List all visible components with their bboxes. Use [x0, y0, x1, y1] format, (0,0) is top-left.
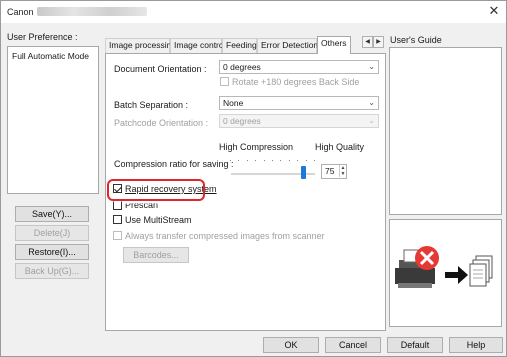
slider-tick — [246, 160, 248, 161]
slider-tick — [280, 160, 282, 161]
cancel-button[interactable]: Cancel — [325, 337, 381, 353]
ok-button[interactable]: OK — [263, 337, 319, 353]
slider-tick — [263, 160, 265, 161]
rotate-back-side-checkbox[interactable] — [220, 77, 229, 86]
always-transfer-label: Always transfer compressed images from s… — [125, 231, 325, 241]
scanner-error-icon — [395, 246, 439, 288]
list-item[interactable]: Full Automatic Mode — [12, 51, 89, 61]
combo-arrow-icon: ⌄ — [368, 116, 375, 125]
combo-arrow-icon: ⌄ — [368, 62, 375, 71]
patchcode-orientation-value: 0 degrees — [223, 116, 261, 126]
document-orientation-select[interactable]: 0 degrees ⌄ — [219, 60, 379, 74]
multistream-label: Use MultiStream — [125, 215, 192, 225]
combo-arrow-icon: ⌄ — [368, 98, 375, 107]
close-icon[interactable]: ✕ — [486, 3, 502, 19]
default-button[interactable]: Default — [387, 337, 443, 353]
slider-tick — [305, 160, 307, 161]
tab-others[interactable]: Others — [317, 36, 351, 54]
spin-down-icon[interactable]: ▼ — [339, 171, 346, 177]
save-button[interactable]: Save(Y)... — [15, 206, 89, 222]
illustration-pane — [389, 219, 502, 327]
tab-feeding[interactable]: Feeding — [222, 38, 257, 53]
batch-separation-select[interactable]: None ⌄ — [219, 96, 379, 110]
delete-button[interactable]: Delete(J) — [15, 225, 89, 241]
users-guide-label: User's Guide — [390, 35, 442, 45]
tab-error-detection[interactable]: Error Detection — [257, 38, 318, 53]
tab-image-control[interactable]: Image control — [170, 38, 226, 53]
always-transfer-checkbox[interactable] — [113, 231, 122, 240]
user-preference-list[interactable]: Full Automatic Mode — [7, 46, 99, 194]
users-guide-pane[interactable] — [389, 47, 502, 215]
tab-scroll-left-icon[interactable]: ◀ — [362, 36, 373, 48]
patchcode-orientation-select[interactable]: 0 degrees ⌄ — [219, 114, 379, 128]
slider-tick — [230, 160, 231, 161]
dialog-window: Canon ✕ User Preference : Full Automatic… — [0, 0, 507, 357]
batch-separation-value: None — [223, 98, 244, 108]
prescan-checkbox[interactable] — [113, 201, 122, 210]
compression-slider-thumb[interactable] — [301, 166, 307, 179]
high-quality-label: High Quality — [315, 142, 365, 152]
compression-value: 75 — [325, 166, 335, 176]
help-button[interactable]: Help — [449, 337, 503, 353]
tab-scroll-right-icon[interactable]: ▶ — [373, 36, 384, 48]
multistream-checkbox[interactable] — [113, 215, 122, 224]
slider-tick — [297, 160, 299, 161]
rotate-back-side-label: Rotate +180 degrees Back Side — [232, 77, 360, 87]
tab-image-processing[interactable]: Image processing — [105, 38, 176, 53]
document-orientation-value: 0 degrees — [223, 62, 261, 72]
high-compression-label: High Compression — [219, 142, 294, 152]
rapid-recovery-highlight — [107, 179, 205, 201]
window-title-blurred — [37, 7, 147, 16]
slider-tick — [314, 160, 315, 161]
patchcode-orientation-label: Patchcode Orientation : — [114, 118, 209, 128]
slider-tick — [255, 160, 257, 161]
title-bar: Canon ✕ — [1, 1, 506, 23]
compression-ratio-label: Compression ratio for saving : — [114, 159, 234, 169]
document-orientation-label: Document Orientation : — [114, 64, 207, 74]
batch-separation-label: Batch Separation : — [114, 100, 189, 110]
window-title: Canon — [7, 7, 34, 17]
user-preference-label: User Preference : — [7, 32, 78, 42]
rapid-recovery-illustration — [395, 246, 493, 288]
slider-tick — [238, 160, 240, 161]
document-stack-icon — [469, 255, 493, 287]
barcodes-button[interactable]: Barcodes... — [123, 247, 189, 263]
compression-spinbox[interactable]: 75 ▲ ▼ — [321, 164, 347, 179]
slider-tick — [288, 160, 290, 161]
slider-tick — [272, 160, 273, 161]
arrow-right-icon — [445, 266, 468, 284]
backup-button[interactable]: Back Up(G)... — [15, 263, 89, 279]
restore-button[interactable]: Restore(I)... — [15, 244, 89, 260]
